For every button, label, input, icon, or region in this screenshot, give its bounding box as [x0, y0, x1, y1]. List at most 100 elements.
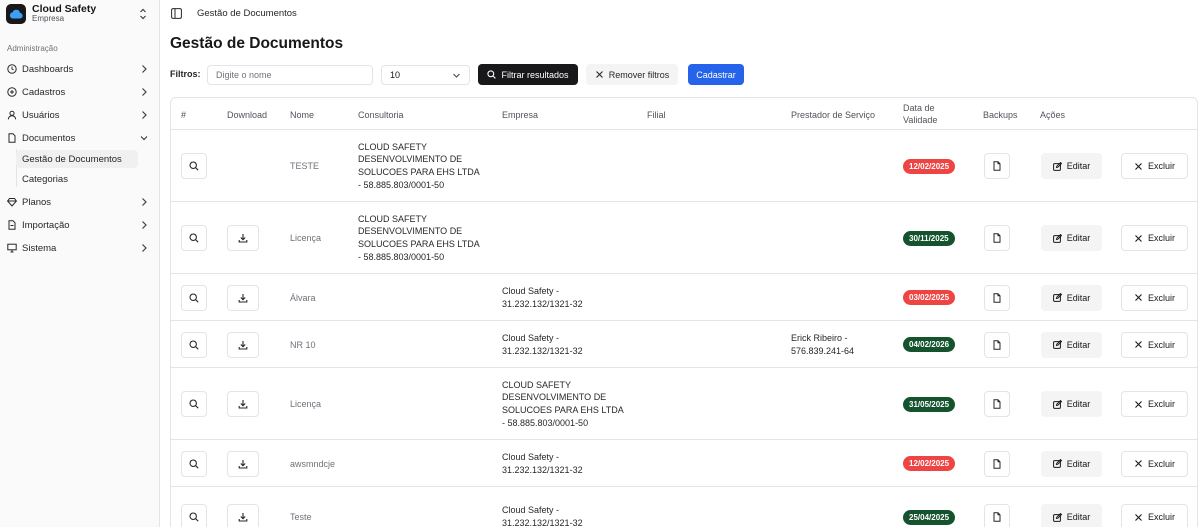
- search-icon: [189, 458, 199, 469]
- download-button[interactable]: [227, 391, 259, 417]
- status-badge: 31/05/2025: [903, 396, 956, 412]
- table-row: NR 10 Cloud Safety -31.232.132/1321-32 Eri…: [171, 320, 1197, 367]
- breadcrumb[interactable]: Gestão de Documentos: [197, 8, 297, 19]
- sidebar-item-documentos[interactable]: Documentos: [0, 128, 160, 148]
- view-button[interactable]: [181, 225, 207, 251]
- monitor-icon: [7, 243, 17, 253]
- cell-empresa: Cloud Safety -31.232.132/1321-32: [502, 505, 583, 527]
- download-icon: [238, 399, 248, 409]
- cell-empresa: Cloud Safety -31.232.132/1321-32: [502, 285, 583, 309]
- col-validade: Data de Validade: [903, 103, 938, 125]
- delete-label: Excluir: [1147, 458, 1175, 469]
- download-button[interactable]: [227, 225, 259, 251]
- delete-button[interactable]: Excluir: [1121, 284, 1188, 311]
- download-button[interactable]: [227, 284, 259, 311]
- sidebar-subitem-categorias[interactable]: Categorias: [16, 170, 138, 188]
- close-icon: [1134, 459, 1148, 468]
- edit-button[interactable]: Editar: [1041, 153, 1102, 179]
- chevron-right-icon: [142, 221, 147, 229]
- sidebar: Cloud Safety Empresa Administração Dashb…: [0, 0, 160, 527]
- search-icon: [189, 292, 199, 303]
- download-button[interactable]: [227, 504, 259, 527]
- backups-button[interactable]: [984, 225, 1010, 251]
- edit-label: Editar: [1066, 233, 1091, 243]
- download-button[interactable]: [227, 450, 259, 477]
- table-row: Álvara Cloud Safety -31.232.132/1321-32 03…: [171, 273, 1197, 320]
- sidebar-item-usuarios[interactable]: Usuários: [0, 105, 160, 125]
- file-import-icon: [7, 220, 17, 230]
- edit-button[interactable]: Editar: [1041, 284, 1102, 311]
- col-backups: Backups: [983, 110, 1018, 120]
- file-icon: [992, 512, 1002, 522]
- view-button[interactable]: [181, 153, 207, 179]
- sidebar-item-importacao[interactable]: Importação: [0, 215, 160, 235]
- chevron-down-icon: [453, 73, 460, 78]
- close-icon: [1134, 340, 1148, 349]
- brand-switcher[interactable]: Cloud Safety Empresa: [6, 3, 154, 25]
- backups-button[interactable]: [984, 153, 1010, 179]
- delete-button[interactable]: Excluir: [1121, 153, 1188, 179]
- table-row: TESTE CLOUD SAFETY DESENVOLVIMENTO DE SOLUC…: [171, 129, 1197, 201]
- backups-button[interactable]: [984, 391, 1010, 417]
- edit-icon: [1052, 459, 1067, 468]
- cell-name: NR 10: [290, 339, 316, 350]
- status-badge: 03/02/2025: [903, 290, 956, 305]
- create-button[interactable]: Cadastrar: [688, 64, 744, 85]
- delete-button[interactable]: Excluir: [1121, 391, 1188, 417]
- chevron-down-icon: [140, 136, 148, 141]
- backups-button[interactable]: [984, 504, 1010, 527]
- delete-button[interactable]: Excluir: [1121, 331, 1188, 358]
- cell-name: TESTE: [290, 161, 320, 171]
- sidebar-item-label: Documentos: [22, 132, 76, 144]
- backups-button[interactable]: [984, 450, 1010, 477]
- download-icon: [238, 233, 248, 243]
- edit-button[interactable]: Editar: [1041, 225, 1102, 251]
- page-title: Gestão de Documentos: [170, 35, 344, 52]
- delete-label: Excluir: [1147, 339, 1175, 350]
- user-icon: [7, 110, 17, 120]
- cell-consultoria: CLOUD SAFETY DESENVOLVIMENTO DE SOLUCOES P…: [358, 213, 480, 262]
- search-input[interactable]: [207, 65, 373, 85]
- view-button[interactable]: [181, 391, 207, 417]
- cell-empresa: Cloud Safety -31.232.132/1321-32: [502, 451, 583, 475]
- sidebar-item-label: Usuários: [22, 109, 60, 121]
- delete-label: Excluir: [1147, 512, 1175, 522]
- delete-button[interactable]: Excluir: [1121, 504, 1188, 527]
- cell-prestador: Erick Ribeiro -576.839.241-64: [791, 332, 855, 356]
- edit-button[interactable]: Editar: [1041, 331, 1102, 358]
- delete-button[interactable]: Excluir: [1121, 450, 1188, 477]
- download-button[interactable]: [227, 331, 259, 358]
- cell-name: Teste: [290, 512, 312, 522]
- delete-button[interactable]: Excluir: [1121, 225, 1188, 251]
- filters-label: Filtros:: [170, 69, 201, 79]
- file-icon: [992, 161, 1002, 171]
- backups-button[interactable]: [984, 284, 1010, 311]
- view-button[interactable]: [181, 331, 207, 358]
- sidebar-item-sistema[interactable]: Sistema: [0, 238, 160, 258]
- cloud-logo-icon: [6, 4, 26, 24]
- sidebar-item-cadastros[interactable]: Cadastros: [0, 82, 160, 102]
- view-button[interactable]: [181, 504, 207, 527]
- sidebar-item-dashboards[interactable]: Dashboards: [0, 59, 160, 79]
- sidebar-subitem-gestao-documentos[interactable]: Gestão de Documentos: [16, 150, 138, 168]
- page-size-select[interactable]: 10: [381, 65, 470, 85]
- chevron-right-icon: [142, 111, 147, 119]
- chevron-right-icon: [142, 198, 147, 206]
- table-row: Teste Cloud Safety -31.232.132/1321-32 25/…: [171, 486, 1197, 527]
- sidebar-toggle-icon[interactable]: [171, 8, 182, 19]
- sidebar-item-planos[interactable]: Planos: [0, 192, 160, 212]
- clear-filters-label: Remover filtros: [608, 69, 670, 80]
- file-icon: [992, 292, 1002, 303]
- clear-filters-button[interactable]: Remover filtros: [586, 64, 678, 85]
- edit-button[interactable]: Editar: [1041, 450, 1102, 477]
- col-empresa: Empresa: [502, 110, 539, 120]
- brand-subtitle: Empresa: [32, 14, 65, 24]
- filter-button[interactable]: Filtrar resultados: [478, 64, 578, 85]
- close-icon: [1134, 400, 1148, 409]
- sidebar-item-label: Dashboards: [22, 63, 74, 75]
- backups-button[interactable]: [984, 331, 1010, 358]
- view-button[interactable]: [181, 450, 207, 477]
- edit-button[interactable]: Editar: [1041, 504, 1102, 527]
- edit-button[interactable]: Editar: [1041, 391, 1102, 417]
- view-button[interactable]: [181, 284, 207, 311]
